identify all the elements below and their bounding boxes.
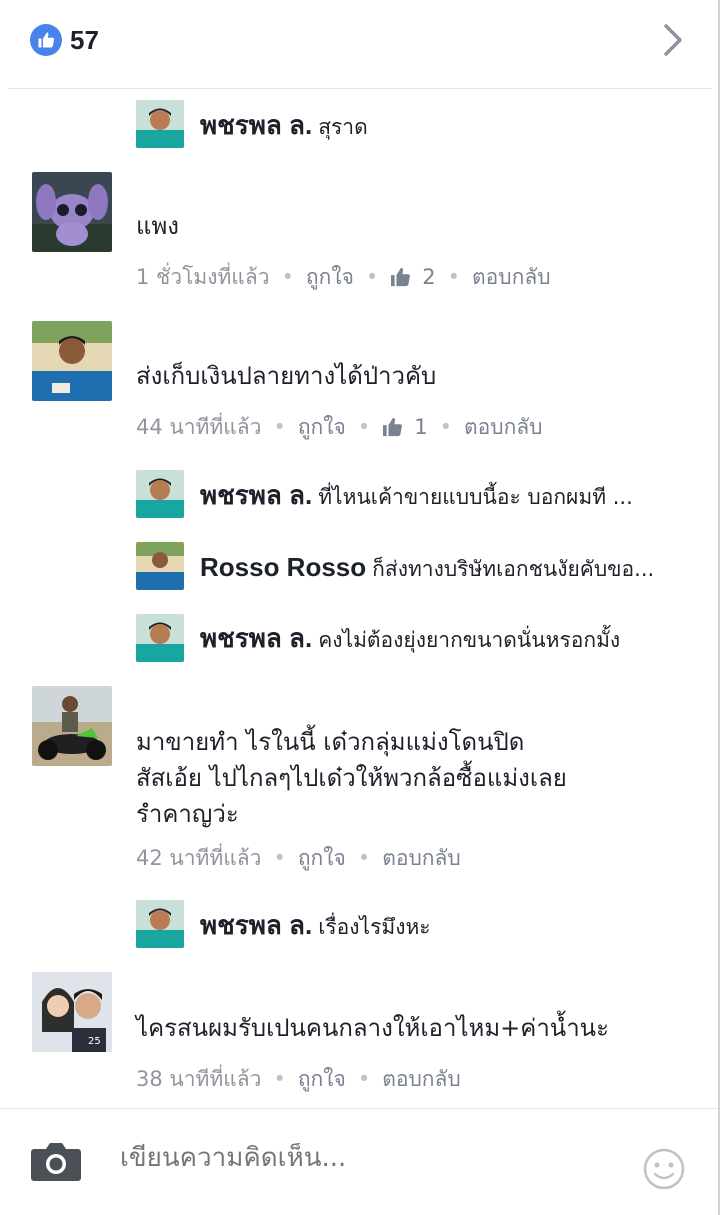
reactions-header: 57 xyxy=(0,0,720,88)
timestamp: 38 นาทีที่แล้ว xyxy=(136,1067,262,1091)
avatar[interactable] xyxy=(136,614,184,662)
reply-item: Rosso Rosso ก็ส่งทางบริษัทเอกชนงัยคับขอ..… xyxy=(200,543,700,595)
thumbs-up-icon xyxy=(390,265,412,295)
comment-meta: 38 นาทีที่แล้ว • ถูกใจ • ตอบกลับ xyxy=(136,1067,461,1091)
comment-meta: 1 ชั่วโมงที่แล้ว • ถูกใจ • 2 • ตอบกลับ xyxy=(136,262,551,295)
comment-text: ส่งเก็บเงินปลายทางได้ป่าวคับ xyxy=(136,362,437,390)
reply-link[interactable]: ตอบกลับ xyxy=(382,1067,461,1091)
like-count: 2 xyxy=(422,265,436,289)
comment-meta: 42 นาทีที่แล้ว • ถูกใจ • ตอบกลับ xyxy=(136,846,461,870)
comment-composer xyxy=(0,1108,720,1215)
redacted-name xyxy=(136,982,476,1004)
avatar[interactable] xyxy=(32,321,112,401)
thumbs-up-icon xyxy=(382,415,404,445)
comment-text: มาขายทำ ไรในนี้ เด๋วกลุ่มแม่งโดนปิด สัสเ… xyxy=(136,724,696,832)
reply-text: เรื่องไรมึงหะ xyxy=(318,915,431,939)
thumbs-up-icon xyxy=(30,24,62,56)
chevron-right-icon[interactable] xyxy=(658,22,688,58)
reply-item: พชรพล ล. คงไม่ต้องยุ่งยากขนาดนั่นหรอกมั้ง xyxy=(200,614,700,666)
avatar[interactable] xyxy=(32,686,112,766)
like-link[interactable]: ถูกใจ xyxy=(298,846,346,870)
smiley-icon[interactable] xyxy=(642,1147,686,1191)
reply-item: พชรพล ล. สุราด xyxy=(200,101,700,153)
like-count[interactable]: 57 xyxy=(70,24,99,56)
redacted-name xyxy=(136,176,396,198)
avatar[interactable] xyxy=(32,172,112,252)
timestamp: 44 นาทีที่แล้ว xyxy=(136,415,262,439)
redacted-name xyxy=(136,326,256,348)
reply-text: ก็ส่งทางบริษัทเอกชนงัยคับขอ... xyxy=(372,557,655,581)
comment-line: มาขายทำ ไรในนี้ เด๋วกลุ่มแม่งโดนปิด xyxy=(136,728,525,756)
like-count: 1 xyxy=(414,415,428,439)
timestamp: 1 ชั่วโมงที่แล้ว xyxy=(136,265,270,289)
commenter-name[interactable]: พชรพล ล. xyxy=(200,623,312,653)
reply-text: คงไม่ต้องยุ่งยากขนาดนั่นหรอกมั้ง xyxy=(318,628,621,652)
like-link[interactable]: ถูกใจ xyxy=(298,415,346,439)
comment-input[interactable] xyxy=(120,1143,600,1173)
comment-text: แพง xyxy=(136,212,180,240)
reply-link[interactable]: ตอบกลับ xyxy=(464,415,543,439)
comment-line: สัสเอ้ย ไปไกลๆไปเด๋วให้พวกล้อซื้อแม่งเลย xyxy=(136,764,567,792)
reply-text: ที่ไหนเค้าขายแบบนี้อะ บอกผมที ... xyxy=(318,485,633,509)
avatar[interactable] xyxy=(136,100,184,148)
avatar[interactable] xyxy=(136,542,184,590)
svg-text:25: 25 xyxy=(88,1036,101,1047)
commenter-name[interactable]: Rosso Rosso xyxy=(200,552,366,582)
reply-link[interactable]: ตอบกลับ xyxy=(382,846,461,870)
like-link[interactable]: ถูกใจ xyxy=(298,1067,346,1091)
reply-link[interactable]: ตอบกลับ xyxy=(472,265,551,289)
avatar[interactable] xyxy=(136,900,184,948)
comment-text: ไครสนผมรับเปนคนกลางให้เอาไหม+ค่าน้ำนะ xyxy=(136,1014,609,1042)
reply-item: พชรพล ล. ที่ไหนเค้าขายแบบนี้อะ บอกผมที ..… xyxy=(200,471,700,523)
header-divider xyxy=(8,88,712,89)
camera-icon[interactable] xyxy=(30,1139,82,1183)
commenter-name[interactable]: พชรพล ล. xyxy=(200,110,312,140)
commenter-name[interactable]: พชรพล ล. xyxy=(200,480,312,510)
commenter-name[interactable]: พชรพล ล. xyxy=(200,910,312,940)
avatar[interactable]: 25 xyxy=(32,972,112,1052)
like-link[interactable]: ถูกใจ xyxy=(306,265,354,289)
comment-meta: 44 นาทีที่แล้ว • ถูกใจ • 1 • ตอบกลับ xyxy=(136,412,542,445)
reply-text: สุราด xyxy=(318,115,368,139)
avatar[interactable] xyxy=(136,470,184,518)
timestamp: 42 นาทีที่แล้ว xyxy=(136,846,262,870)
comment-line: รำคาญว่ะ xyxy=(136,800,239,828)
redacted-name xyxy=(136,700,276,722)
reply-item: พชรพล ล. เรื่องไรมึงหะ xyxy=(200,901,700,953)
